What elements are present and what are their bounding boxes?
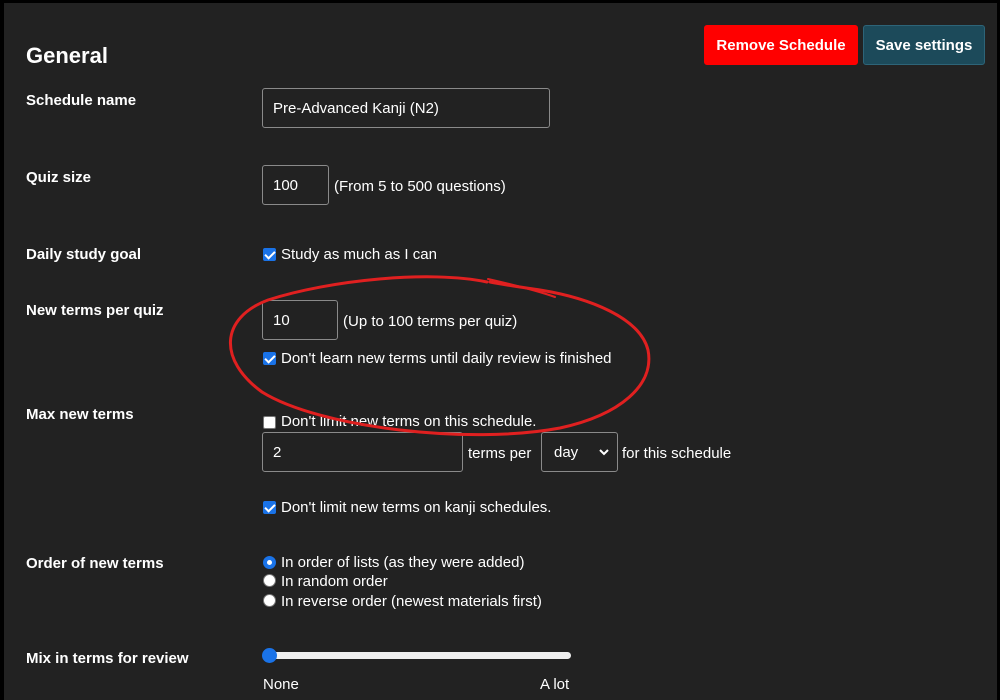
for-schedule-text: for this schedule [622,445,732,462]
order-option-label: In reverse order (newest materials first… [281,593,542,610]
section-title: General [26,43,108,68]
order-label: Order of new terms [26,555,164,572]
quiz-size-hint: (From 5 to 500 questions) [334,178,506,195]
review-first-checkbox-label: Don't learn new terms until daily review… [281,350,612,367]
daily-goal-label: Daily study goal [26,246,142,263]
max-new-terms-input[interactable]: 2 [262,432,463,472]
order-lists-radio[interactable] [263,556,276,569]
mix-max-label: A lot [540,676,570,693]
schedule-name-input[interactable]: Pre-Advanced Kanji (N2) [262,88,550,128]
order-option-label: In random order [281,573,388,590]
study-max-checkbox-label: Study as much as I can [281,246,437,263]
max-new-terms-label: Max new terms [26,406,134,423]
no-limit-kanji-checkbox[interactable] [263,501,276,514]
save-settings-button[interactable]: Save settings [863,25,985,65]
study-max-checkbox[interactable] [263,248,276,261]
order-random-radio[interactable] [263,574,276,587]
quiz-size-label: Quiz size [26,169,92,186]
no-limit-schedule-checkbox[interactable] [263,416,276,429]
no-limit-schedule-label: Don't limit new terms on this schedule. [281,413,537,430]
order-option-label: In order of lists (as they were added) [281,554,525,571]
new-terms-hint: (Up to 100 terms per quiz) [343,313,518,330]
order-reverse-radio[interactable] [263,594,276,607]
mix-slider-thumb[interactable] [262,648,277,663]
remove-schedule-button[interactable]: Remove Schedule [704,25,858,65]
chevron-down-icon [599,449,609,456]
quiz-size-input[interactable]: 100 [262,165,329,205]
new-terms-label: New terms per quiz [26,302,164,319]
period-select-value: day [554,443,579,461]
review-first-checkbox[interactable] [263,352,276,365]
schedule-name-label: Schedule name [26,92,137,109]
new-terms-input[interactable]: 10 [262,300,338,340]
mix-label: Mix in terms for review [26,650,189,667]
terms-per-text: terms per [468,445,532,462]
no-limit-kanji-label: Don't limit new terms on kanji schedules… [281,499,552,516]
period-select[interactable]: day [541,432,618,472]
mix-slider-track[interactable] [263,652,571,659]
mix-min-label: None [263,676,299,693]
settings-panel: General Remove Schedule Save settings Sc… [4,3,997,700]
